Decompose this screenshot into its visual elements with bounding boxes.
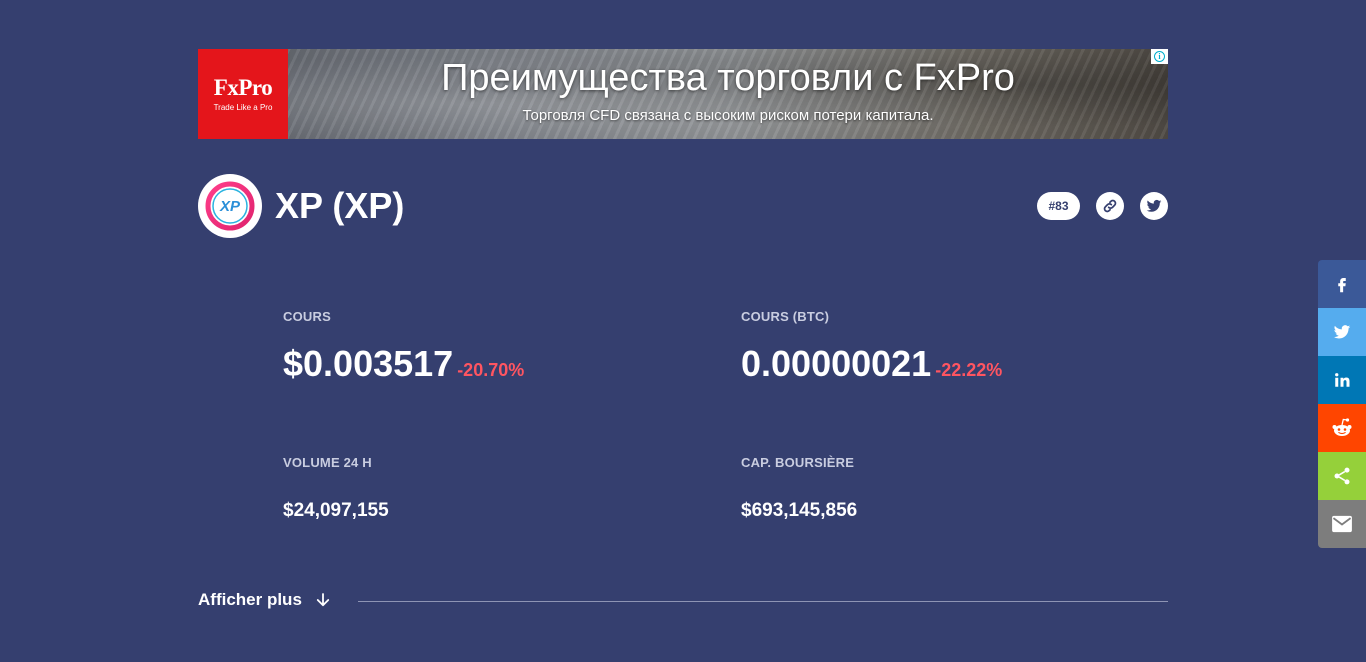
price-value: $0.003517 [283, 343, 454, 384]
website-link-button[interactable] [1096, 192, 1124, 220]
volume-label: VOLUME 24 H [283, 455, 372, 470]
ad-info-glyph: i [1154, 51, 1165, 62]
coin-title: XP (XP) [275, 185, 405, 226]
volume-value: $24,097,155 [283, 500, 389, 521]
ad-logo-name: FxPro [213, 75, 273, 100]
link-icon [1103, 199, 1117, 213]
ad-headline[interactable]: Преимущества торговли с FxPro [288, 57, 1168, 100]
show-more-button[interactable]: Afficher plus [198, 590, 332, 610]
share-generic-button[interactable] [1318, 452, 1366, 500]
twitter-icon [1146, 199, 1162, 212]
coin-logo: XP [198, 174, 262, 238]
rank-badge: #83 [1037, 192, 1080, 220]
xp-logo-icon: XP [205, 181, 255, 231]
btc-price-change: -22.22% [935, 360, 1003, 380]
btc-price-value: 0.00000021 [741, 343, 932, 384]
twitter-icon [1333, 325, 1351, 339]
market-cap-label: CAP. BOURSIÈRE [741, 455, 855, 470]
share-email-button[interactable] [1318, 500, 1366, 548]
share-twitter-button[interactable] [1318, 308, 1366, 356]
share-facebook-button[interactable] [1318, 260, 1366, 308]
ad-disclaimer: Торговля CFD связана с высоким риском по… [522, 107, 934, 124]
price-label: COURS [283, 309, 331, 324]
coin-twitter-button[interactable] [1140, 192, 1168, 220]
linkedin-icon [1335, 373, 1350, 387]
email-icon [1332, 515, 1352, 533]
price-value-row: $0.003517 -20.70% [283, 342, 524, 392]
ad-logo-tagline: Trade Like a Pro [213, 103, 273, 112]
share-icon [1334, 467, 1350, 485]
show-more-label: Afficher plus [198, 590, 302, 609]
btc-price-label: COURS (BTC) [741, 309, 830, 324]
share-sidebar [1318, 260, 1366, 548]
btc-price-row: 0.00000021 -22.22% [741, 342, 1002, 392]
ad-logo[interactable]: FxPro Trade Like a Pro [198, 49, 288, 139]
arrow-down-icon [316, 593, 330, 607]
ad-info-icon[interactable]: i [1151, 49, 1168, 64]
market-cap-value: $693,145,856 [741, 500, 858, 521]
reddit-icon [1332, 418, 1352, 436]
price-change: -20.70% [457, 360, 525, 380]
facebook-icon [1338, 278, 1346, 293]
xp-logo-text: XP [219, 198, 241, 215]
divider [358, 601, 1168, 602]
share-reddit-button[interactable] [1318, 404, 1366, 452]
ad-banner[interactable]: FxPro Trade Like a Pro Преимущества торг… [198, 49, 1168, 139]
share-linkedin-button[interactable] [1318, 356, 1366, 404]
